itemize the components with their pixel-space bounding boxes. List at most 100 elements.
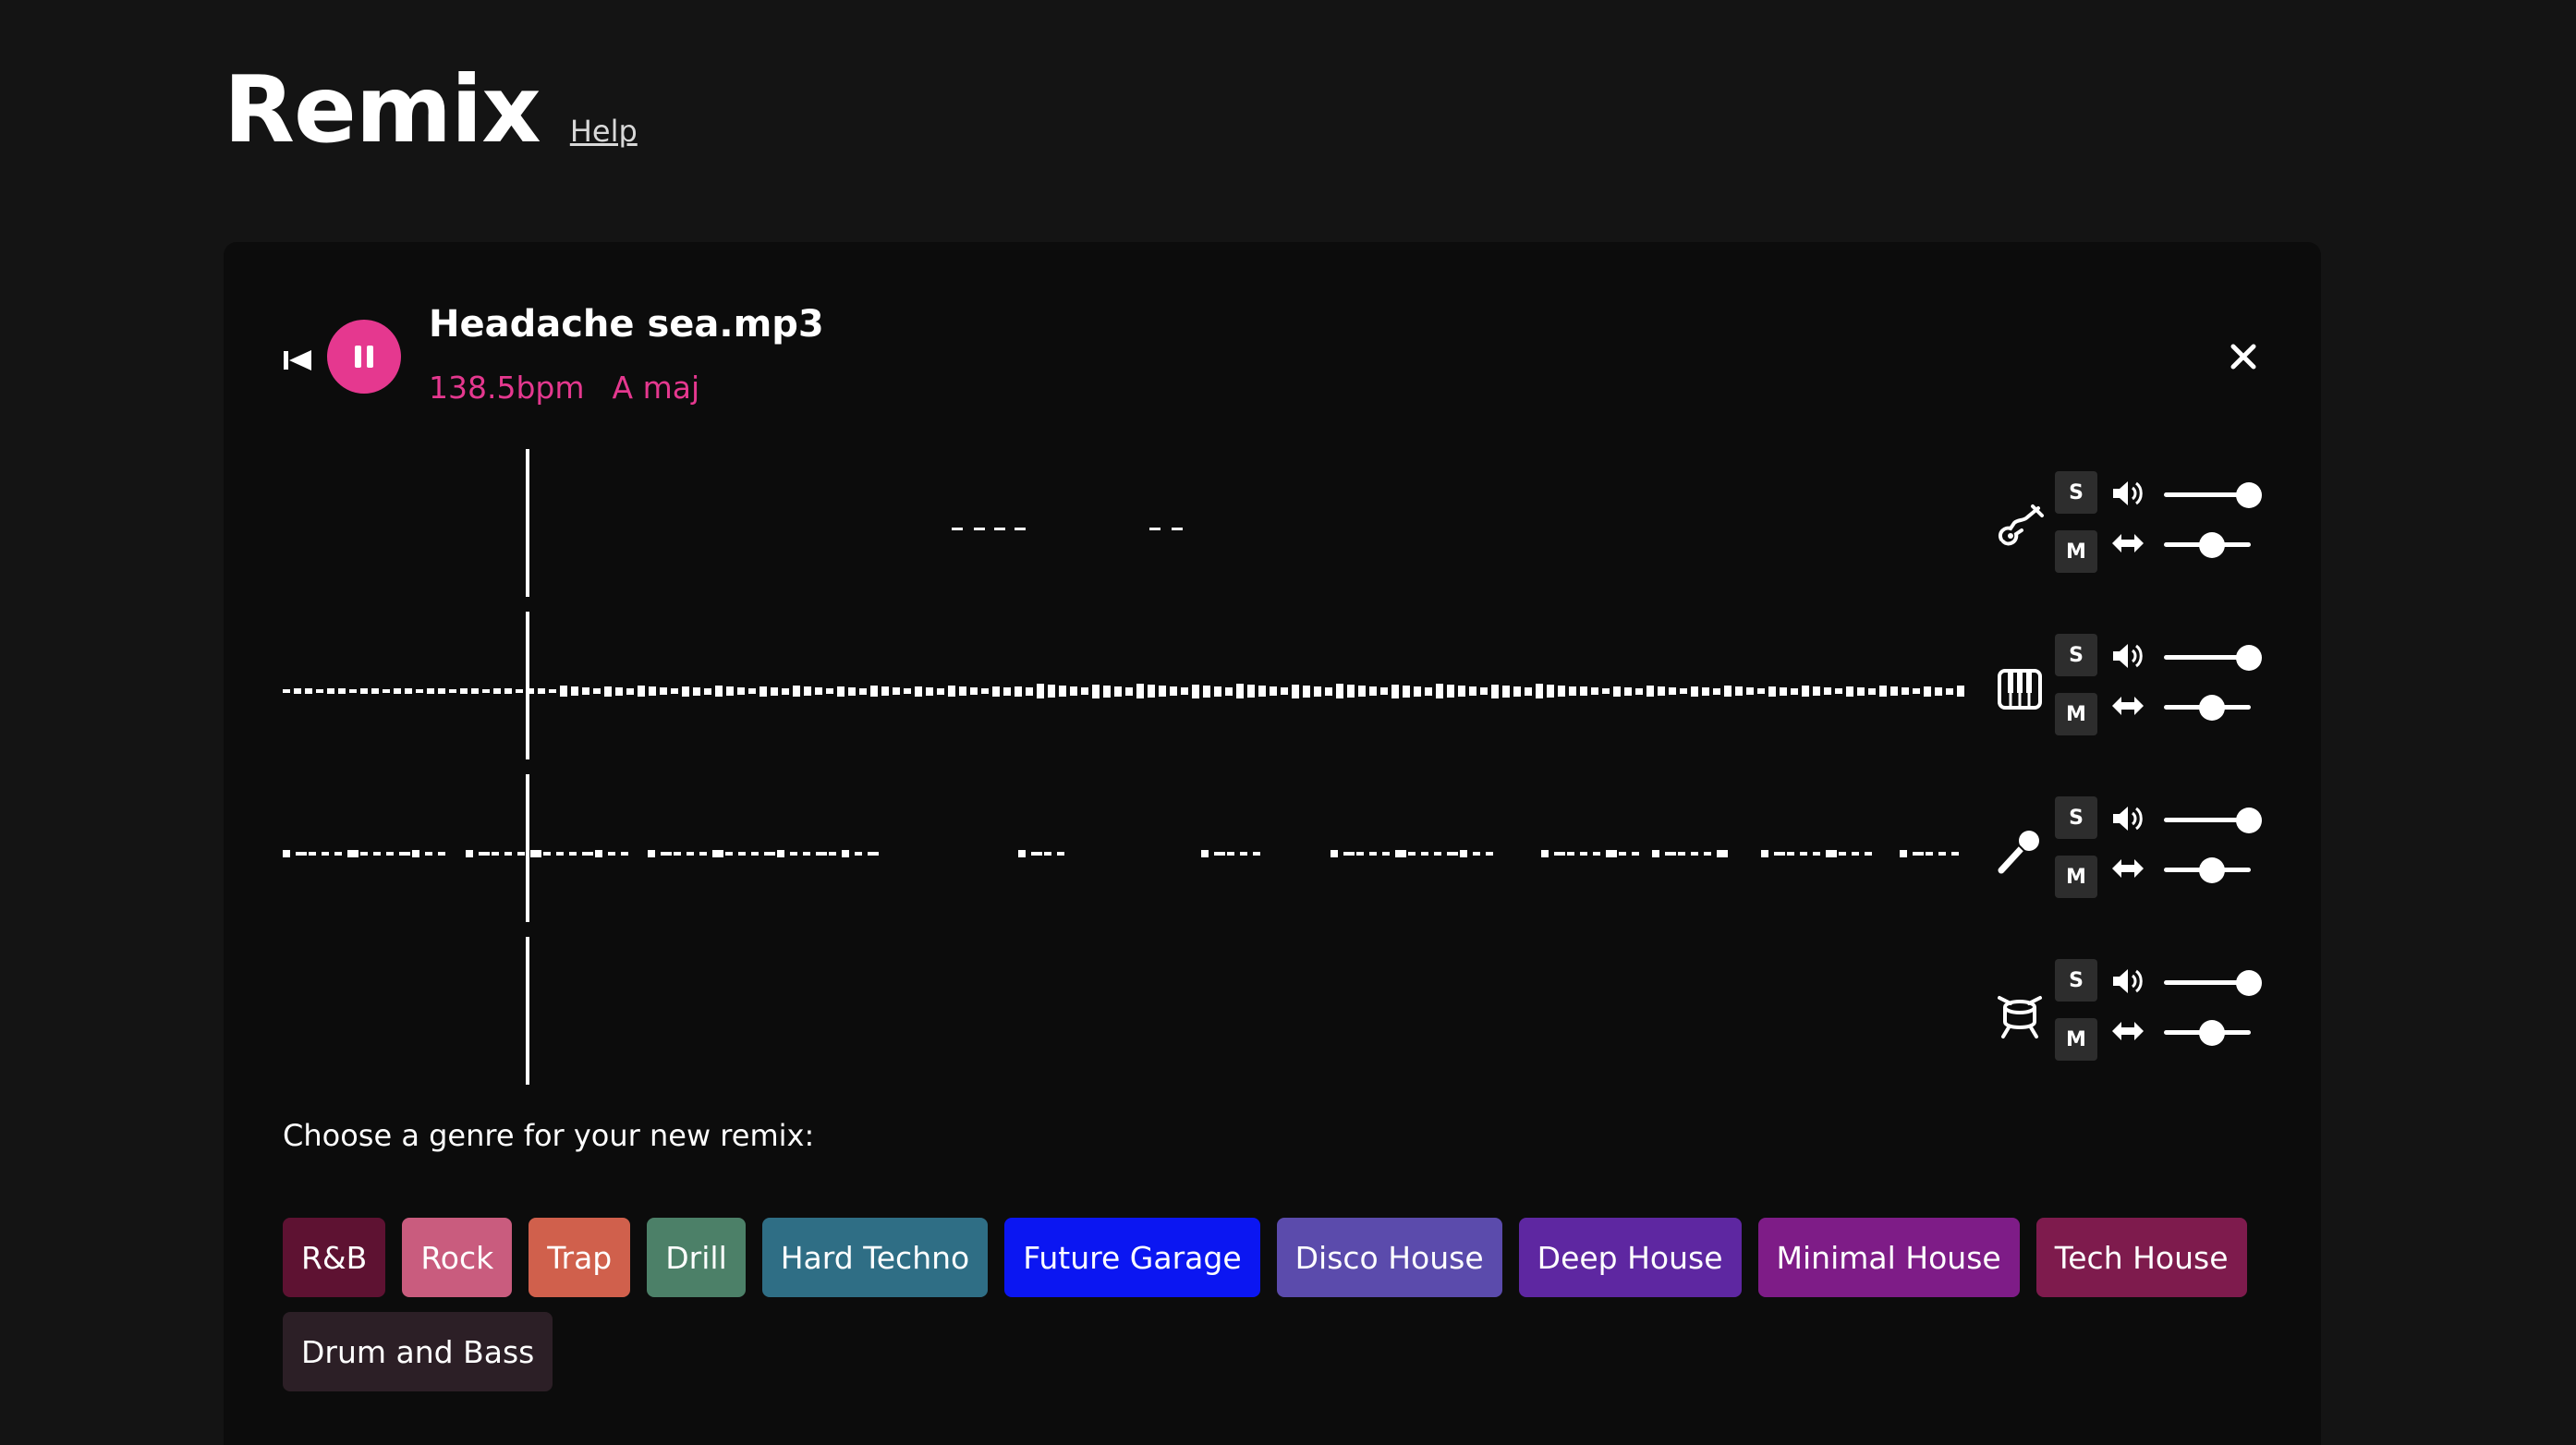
waveform-segment — [1525, 686, 1532, 696]
playhead-segment — [526, 612, 530, 759]
volume-slider[interactable] — [2164, 968, 2262, 996]
waveform-segment — [1547, 685, 1554, 698]
waveform-segment — [425, 852, 432, 856]
genre-button[interactable]: Rock — [402, 1218, 513, 1297]
skip-back-icon[interactable] — [281, 344, 314, 377]
close-icon[interactable] — [2229, 342, 2258, 371]
waveform-segment — [687, 852, 694, 856]
solo-button[interactable]: S — [2055, 634, 2097, 676]
mute-button[interactable]: M — [2055, 856, 2097, 898]
waveform-segment — [1900, 850, 1907, 857]
waveform-segment — [751, 852, 759, 856]
waveform-segment — [309, 852, 316, 856]
waveform-segment — [1170, 686, 1177, 696]
volume-slider[interactable] — [2164, 480, 2262, 508]
waveform-segment — [1425, 686, 1432, 696]
waveform-segment — [383, 689, 390, 693]
waveform-segment — [1044, 852, 1051, 856]
mute-button[interactable]: M — [2055, 530, 2097, 573]
genre-button[interactable]: Tech House — [2035, 1218, 2247, 1297]
solo-button[interactable]: S — [2055, 796, 2097, 839]
waveform-guitar[interactable] — [283, 455, 1961, 602]
waveform-segment — [438, 688, 445, 694]
solo-button[interactable]: S — [2055, 959, 2097, 1002]
waveform-segment — [549, 689, 556, 693]
waveform-segment — [1846, 686, 1853, 697]
waveform-segment — [1852, 852, 1859, 856]
pan-slider[interactable] — [2164, 1018, 2251, 1046]
waveform-segment — [1938, 852, 1946, 856]
waveform-segment — [715, 686, 723, 697]
waveform-segment — [560, 686, 567, 697]
waveform-segment — [777, 850, 784, 857]
waveform-segment — [793, 686, 800, 697]
waveform-segment — [347, 850, 358, 857]
waveform-segment — [1292, 684, 1299, 698]
waveform-segment — [1541, 850, 1549, 857]
waveform-segment — [737, 687, 745, 695]
genre-button[interactable]: Disco House — [1276, 1218, 1502, 1297]
waveform-segment — [1839, 852, 1846, 856]
volume-slider[interactable] — [2164, 806, 2262, 833]
mute-button[interactable]: M — [2055, 1018, 2097, 1061]
waveform-segment — [1890, 686, 1898, 696]
pan-slider[interactable] — [2164, 530, 2251, 558]
mute-button[interactable]: M — [2055, 693, 2097, 735]
volume-slider[interactable] — [2164, 643, 2262, 671]
track-filename: Headache sea.mp3 — [429, 303, 824, 346]
solo-button[interactable]: S — [2055, 471, 2097, 514]
microphone-icon — [1998, 831, 2039, 874]
genre-button[interactable]: R&B — [283, 1218, 386, 1297]
waveform-segment — [868, 852, 879, 856]
genre-button[interactable]: Future Garage — [1004, 1218, 1260, 1297]
waveform-segment — [1632, 852, 1639, 856]
genre-list: R&B Rock Trap Drill Hard Techno Future Garage… — [283, 1218, 2278, 1391]
pan-slider[interactable] — [2164, 856, 2251, 883]
waveform-segment — [466, 850, 473, 857]
waveform-segment — [648, 850, 655, 857]
waveform-segment — [725, 852, 733, 856]
waveform-segment — [638, 686, 645, 697]
waveform-segment — [1567, 852, 1574, 856]
waveform-segment — [1181, 687, 1188, 695]
waveform-segment — [1114, 686, 1122, 697]
waveform-segment — [674, 852, 681, 856]
waveform-segment — [1159, 686, 1166, 697]
pan-slider[interactable] — [2164, 693, 2251, 721]
waveform-segment — [334, 852, 342, 856]
waveform-segment — [1536, 684, 1543, 698]
waveform-drums[interactable] — [283, 942, 1961, 1090]
waveform-segment — [959, 686, 966, 696]
genre-button[interactable]: Drum and Bass — [283, 1312, 553, 1391]
waveform-segment — [1018, 850, 1026, 857]
playhead[interactable] — [526, 449, 530, 1105]
waveform-segment — [516, 689, 523, 693]
waveform-vocals[interactable] — [283, 780, 1961, 928]
genre-button[interactable]: Minimal House — [1757, 1218, 2020, 1297]
waveform-piano[interactable] — [283, 617, 1964, 765]
help-link[interactable]: Help — [570, 114, 638, 149]
waveform-segment — [1240, 852, 1247, 856]
waveform-segment — [349, 689, 357, 693]
waveform-segment — [893, 687, 900, 695]
waveform-segment — [1480, 687, 1488, 695]
waveform-segment — [1780, 686, 1787, 696]
waveform-segment — [1646, 686, 1654, 697]
genre-button[interactable]: Deep House — [1518, 1218, 1742, 1297]
waveform-segment — [1336, 684, 1343, 698]
waveform-segment — [981, 688, 989, 694]
genre-button[interactable]: Drill — [647, 1218, 746, 1297]
genre-button[interactable]: Hard Techno — [761, 1218, 989, 1297]
waveform-segment — [1951, 852, 1959, 856]
waveform-segment — [1554, 852, 1565, 856]
stem-waveforms[interactable] — [283, 449, 1964, 1103]
pause-button[interactable] — [327, 320, 401, 394]
waveform-segment — [1800, 852, 1807, 856]
waveform-segment — [1473, 852, 1480, 856]
genre-button[interactable]: Trap — [529, 1218, 631, 1297]
waveform-segment — [338, 688, 346, 694]
waveform-segment — [1081, 687, 1088, 695]
waveform-segment — [826, 688, 833, 694]
waveform-segment — [855, 852, 862, 856]
drum-icon — [1998, 996, 2042, 1038]
